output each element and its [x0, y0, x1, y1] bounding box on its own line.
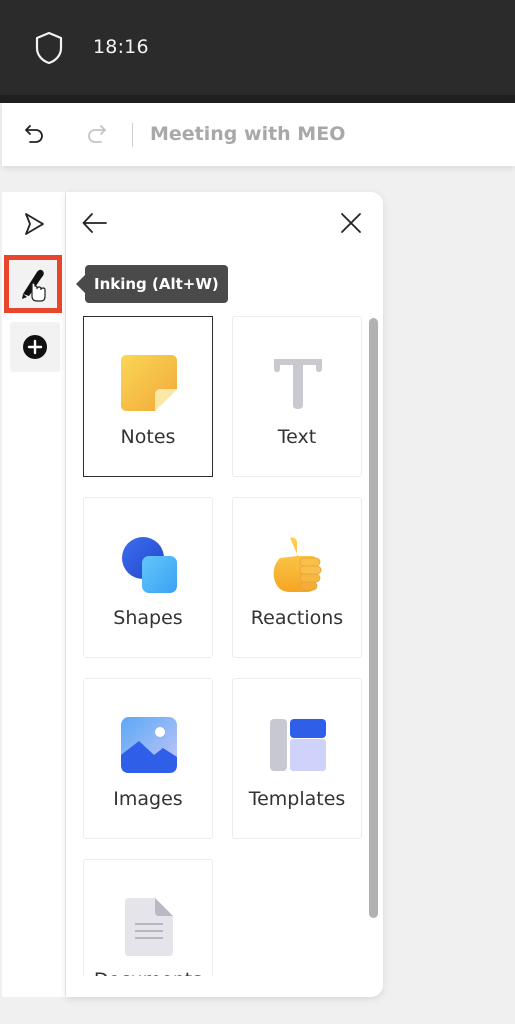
sticky-note-icon — [121, 355, 177, 411]
panel-scrollbar[interactable] — [369, 318, 378, 918]
tile-label: Templates — [248, 788, 346, 810]
shield-icon — [35, 31, 63, 65]
tile-label: Shapes — [113, 607, 183, 629]
tile-templates[interactable]: Templates — [232, 678, 362, 839]
inking-tooltip: Inking (Alt+W) — [76, 265, 228, 303]
tile-label: Reactions — [250, 607, 344, 629]
tile-shapes[interactable]: Shapes — [83, 497, 213, 658]
templates-icon — [270, 719, 326, 771]
tile-notes[interactable]: Notes — [83, 316, 213, 477]
arrow-left-icon[interactable] — [80, 208, 110, 238]
toolbar-divider — [132, 123, 133, 147]
image-icon — [121, 717, 177, 773]
thumbs-up-icon — [273, 537, 322, 592]
tile-images[interactable]: Images — [83, 678, 213, 839]
tile-reactions[interactable]: Reactions — [232, 497, 362, 658]
board-title[interactable]: Meeting with MEO — [150, 123, 345, 145]
tile-label: Documents — [84, 969, 212, 976]
select-tool-button[interactable] — [10, 200, 58, 248]
add-tool-button[interactable] — [10, 322, 60, 372]
shapes-icon — [122, 537, 177, 593]
pointer-icon — [25, 213, 44, 235]
inking-tool-button[interactable] — [4, 255, 62, 313]
whiteboard-toolbar: Meeting with MEO — [2, 103, 515, 166]
tile-documents[interactable]: Documents — [83, 859, 213, 976]
close-icon[interactable] — [338, 210, 364, 236]
hand-cursor-icon — [31, 282, 46, 302]
tile-text[interactable]: Text — [232, 316, 362, 477]
insert-panel: Notes Text Shapes Reactions Images Templ… — [66, 192, 383, 997]
document-icon — [125, 898, 173, 956]
text-icon — [274, 359, 322, 409]
status-bar: 18:16 — [0, 0, 515, 95]
insert-options-grid: Notes Text Shapes Reactions Images Templ… — [83, 316, 373, 976]
tool-rail — [2, 192, 66, 997]
tile-label: Notes — [120, 426, 176, 448]
status-bar-divider — [0, 95, 515, 103]
pen-icon — [22, 269, 46, 302]
redo-icon[interactable] — [85, 123, 107, 145]
tile-label: Text — [277, 426, 317, 448]
plus-circle-icon — [23, 335, 47, 359]
clock-time: 18:16 — [93, 36, 149, 58]
undo-icon[interactable] — [24, 123, 46, 145]
tile-label: Images — [113, 788, 183, 810]
